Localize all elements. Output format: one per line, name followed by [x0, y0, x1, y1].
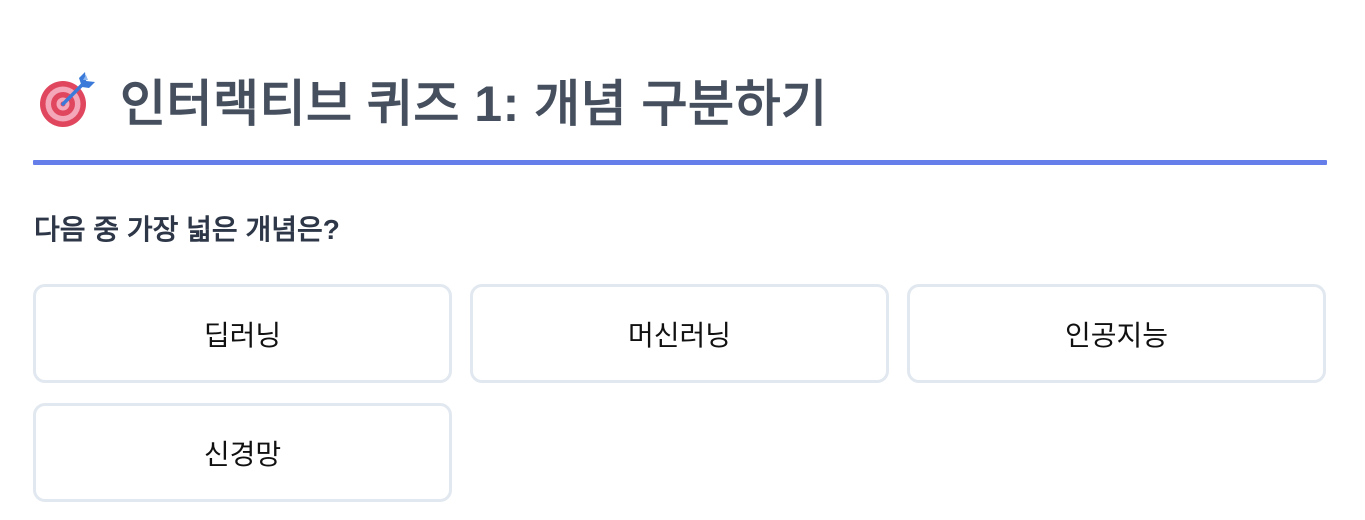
option-button-artificial-intelligence[interactable]: 인공지능	[907, 284, 1326, 383]
title-divider	[33, 160, 1327, 165]
option-button-neural-network[interactable]: 신경망	[33, 403, 452, 502]
option-button-deep-learning[interactable]: 딥러닝	[33, 284, 452, 383]
option-button-machine-learning[interactable]: 머신러닝	[470, 284, 889, 383]
question-text: 다음 중 가장 넓은 개념은?	[34, 214, 340, 245]
quiz-header: 인터랙티브 퀴즈 1: 개념 구분하기	[38, 62, 828, 138]
target-dart-icon	[38, 71, 96, 129]
page-title: 인터랙티브 퀴즈 1: 개념 구분하기	[120, 76, 828, 132]
answer-options: 딥러닝 머신러닝 인공지능 신경망	[33, 284, 1327, 502]
quiz-page: 인터랙티브 퀴즈 1: 개념 구분하기 다음 중 가장 넓은 개념은? 딥러닝 …	[0, 0, 1365, 520]
